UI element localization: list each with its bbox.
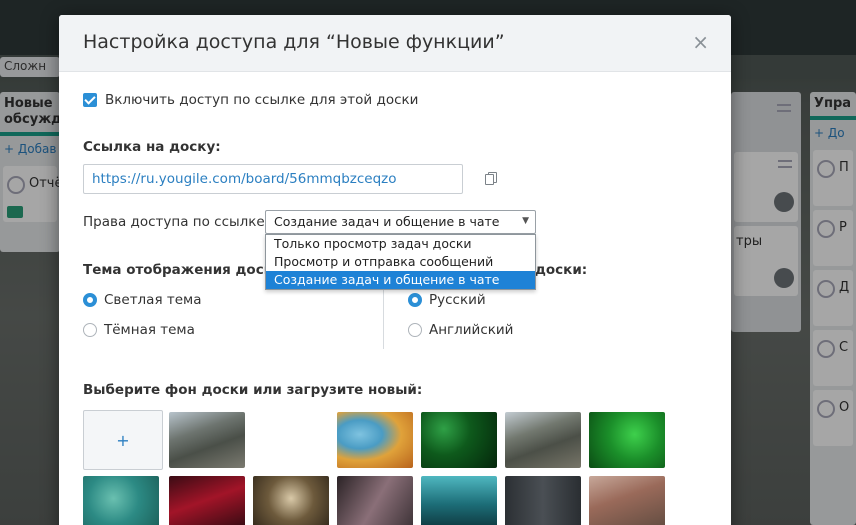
- background-thumb-peaks[interactable]: [589, 476, 665, 525]
- radio-light-theme[interactable]: [83, 293, 97, 307]
- access-settings-dialog: Настройка доступа для “Новые функции” × …: [59, 15, 731, 525]
- background-thumb-dark[interactable]: [505, 476, 581, 525]
- board-link-field[interactable]: https://ru.yougile.com/board/56mmqbzceqz…: [83, 164, 463, 194]
- theme-option-light[interactable]: Светлая тема: [83, 292, 202, 308]
- language-option-russian[interactable]: Русский: [408, 292, 486, 308]
- language-option-label: Английский: [429, 322, 514, 338]
- link-rights-label: Права доступа по ссылке:: [83, 214, 270, 230]
- close-icon[interactable]: ×: [692, 32, 709, 52]
- language-option-english[interactable]: Английский: [408, 322, 513, 338]
- background-thumbnails: +: [83, 410, 683, 525]
- chevron-down-icon: ▼: [522, 216, 529, 226]
- background-thumb-wave[interactable]: [421, 476, 497, 525]
- theme-option-dark[interactable]: Тёмная тема: [83, 322, 195, 338]
- backgrounds-section-title: Выберите фон доски или загрузите новый:: [83, 382, 423, 398]
- background-thumb-window[interactable]: [337, 476, 413, 525]
- radio-english[interactable]: [408, 323, 422, 337]
- rights-option-create-and-chat[interactable]: Создание задач и общение в чате: [266, 271, 535, 289]
- language-section-title: доски:: [535, 262, 588, 278]
- dialog-header: Настройка доступа для “Новые функции” ×: [59, 15, 731, 72]
- link-rights-selected-value: Создание задач и общение в чате: [274, 214, 500, 229]
- radio-dark-theme[interactable]: [83, 323, 97, 337]
- theme-option-label: Светлая тема: [104, 292, 202, 308]
- background-thumb-desk[interactable]: [253, 476, 329, 525]
- rights-option-view-only[interactable]: Только просмотр задач доски: [266, 235, 535, 253]
- link-rights-select[interactable]: Создание задач и общение в чате ▼: [265, 210, 536, 234]
- enable-link-checkbox[interactable]: [83, 93, 97, 107]
- enable-link-label: Включить доступ по ссылке для этой доски: [105, 92, 419, 108]
- theme-option-label: Тёмная тема: [104, 322, 195, 338]
- enable-link-access-row[interactable]: Включить доступ по ссылке для этой доски: [83, 92, 418, 108]
- language-option-label: Русский: [429, 292, 486, 308]
- background-thumb-cave[interactable]: [337, 412, 413, 468]
- background-thumb-mountains[interactable]: [169, 412, 245, 468]
- theme-section-title: Тема отображения доски:: [83, 262, 288, 278]
- radio-russian[interactable]: [408, 293, 422, 307]
- board-link-label: Ссылка на доску:: [83, 139, 221, 155]
- background-thumb-clover[interactable]: [589, 412, 665, 468]
- background-thumb-lagoon[interactable]: [83, 476, 159, 525]
- copy-icon[interactable]: [485, 172, 497, 186]
- link-rights-dropdown: Только просмотр задач доски Просмотр и о…: [265, 234, 536, 290]
- upload-background-button[interactable]: +: [83, 410, 163, 470]
- background-thumb-car[interactable]: [169, 476, 245, 525]
- background-thumb-valley[interactable]: [505, 412, 581, 468]
- rights-option-view-and-messages[interactable]: Просмотр и отправка сообщений: [266, 253, 535, 271]
- background-thumb-leaves[interactable]: [421, 412, 497, 468]
- dialog-title: Настройка доступа для “Новые функции”: [83, 31, 505, 53]
